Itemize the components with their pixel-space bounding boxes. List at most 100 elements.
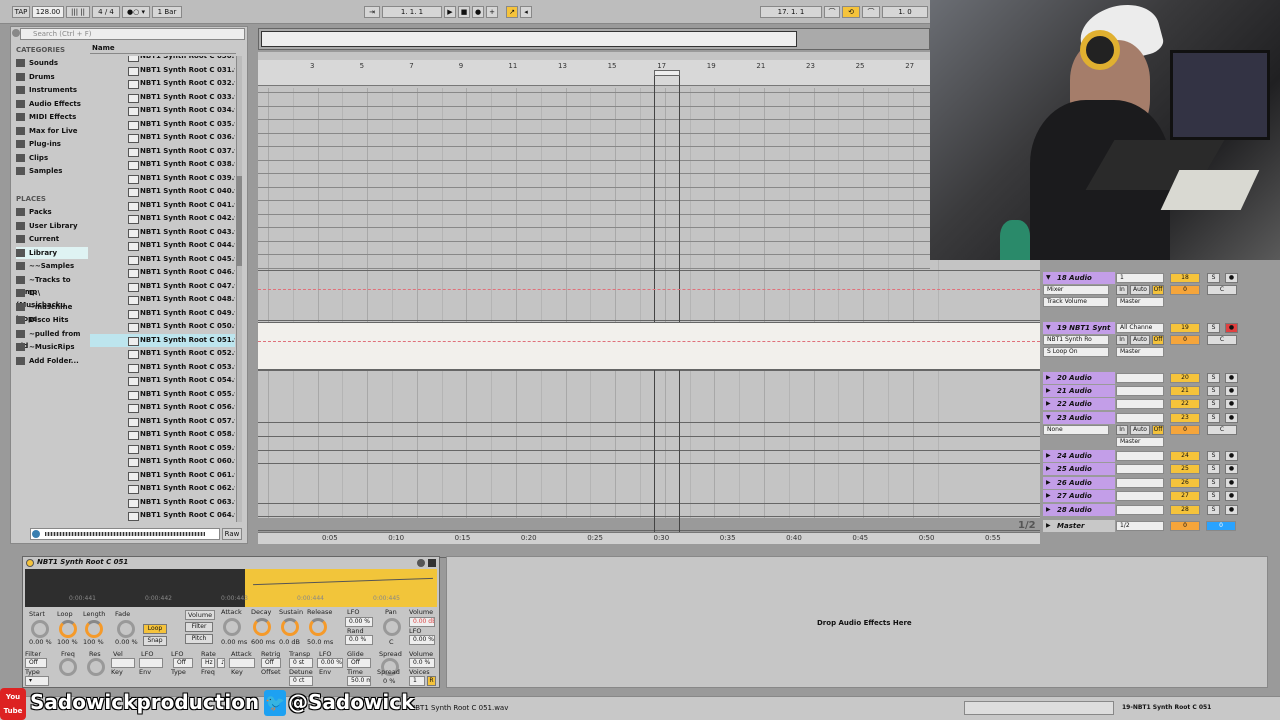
file-item[interactable]: NBT1 Synth Root C 050.wav — [90, 320, 235, 334]
file-item[interactable]: NBT1 Synth Root C 059.wav — [90, 442, 235, 456]
browser-toggle-icon[interactable] — [12, 29, 20, 37]
time-ruler[interactable]: 0:05 0:10 0:15 0:20 0:25 0:30 0:35 0:40 0:45 0:50… — [258, 532, 1040, 544]
input-select[interactable] — [1116, 505, 1164, 515]
category-item[interactable]: Audio Effects — [16, 98, 88, 110]
input-select[interactable] — [1116, 399, 1164, 409]
arm-button[interactable]: ● — [1225, 478, 1238, 488]
master-volume[interactable]: 0 — [1170, 521, 1200, 531]
file-item[interactable]: NBT1 Synth Root C 051.wav — [90, 333, 235, 347]
monitor-in-button[interactable]: In — [1116, 335, 1128, 345]
place-item[interactable]: Disco Hits — [16, 314, 88, 326]
vel-field[interactable] — [111, 658, 135, 668]
track-activator[interactable]: 28 — [1170, 505, 1200, 515]
voices-select[interactable]: 1 — [409, 676, 425, 686]
file-item[interactable]: NBT1 Synth Root C 052.wav — [90, 347, 235, 361]
master-track[interactable]: Master — [1043, 520, 1115, 532]
file-item[interactable]: NBT1 Synth Root C 046.wav — [90, 266, 235, 280]
loop-switch-icon[interactable]: ⟲ — [842, 6, 860, 18]
volume-lfo-field[interactable]: 0.00 % — [409, 635, 435, 645]
arm-button[interactable]: ● — [1225, 491, 1238, 501]
loop-start-field[interactable]: 17. 1. 1 — [760, 6, 822, 18]
detune-field[interactable]: 0 ct — [289, 676, 313, 686]
rand-field[interactable]: 0.0 % — [345, 635, 373, 645]
monitor-auto-button[interactable]: Auto — [1130, 285, 1150, 295]
name-column-label[interactable]: Name — [92, 44, 115, 52]
quantization-select[interactable]: 1 Bar — [152, 6, 182, 18]
preview-icon[interactable] — [32, 530, 40, 538]
place-item[interactable]: ~maschine loops — [16, 301, 88, 323]
solo-button[interactable]: S — [1207, 413, 1220, 423]
arm-button[interactable]: ● — [1225, 386, 1238, 396]
file-item[interactable]: NBT1 Synth Root C 036.wav — [90, 131, 235, 145]
arm-button[interactable]: ● — [1225, 451, 1238, 461]
solo-button[interactable]: S — [1207, 464, 1220, 474]
file-item[interactable]: NBT1 Synth Root C 063.wav — [90, 496, 235, 510]
track-activator[interactable]: 19 — [1170, 323, 1200, 333]
file-item[interactable]: NBT1 Synth Root C 034.wav — [90, 104, 235, 118]
track-title[interactable]: 21 Audio — [1043, 385, 1115, 397]
loop-button[interactable]: Loop — [143, 624, 167, 634]
input-select[interactable] — [1116, 491, 1164, 501]
input-select[interactable] — [1116, 451, 1164, 461]
track-title[interactable]: 25 Audio — [1043, 463, 1115, 475]
res-knob[interactable] — [87, 658, 105, 676]
retrigger-button[interactable]: R — [427, 676, 436, 686]
tempo-field[interactable]: 128.00 — [32, 6, 64, 18]
track-title[interactable]: 19 NBT1 Synt — [1043, 322, 1115, 334]
snap-button[interactable]: Snap — [143, 636, 167, 646]
track-volume[interactable]: 0 — [1170, 425, 1200, 435]
place-item[interactable]: Packs — [16, 206, 88, 218]
arm-button[interactable]: ● — [1225, 505, 1238, 515]
file-item[interactable]: NBT1 Synth Root C 040.wav — [90, 185, 235, 199]
input-select[interactable] — [1116, 413, 1164, 423]
track-title[interactable]: 24 Audio — [1043, 450, 1115, 462]
track-activator[interactable]: 27 — [1170, 491, 1200, 501]
track-title[interactable]: 27 Audio — [1043, 490, 1115, 502]
place-item[interactable]: Library — [16, 246, 88, 259]
track-title[interactable]: 20 Audio — [1043, 372, 1115, 384]
track-activator[interactable]: 20 — [1170, 373, 1200, 383]
file-item[interactable]: NBT1 Synth Root C 039.wav — [90, 172, 235, 186]
punch-in-icon[interactable]: ⌒ — [824, 6, 840, 18]
category-item[interactable]: Samples — [16, 165, 88, 177]
bar-ruler[interactable]: 3 5 7 9 11 13 15 17 19 21 23 25 27 — [258, 60, 930, 86]
input-select[interactable] — [1116, 464, 1164, 474]
track-activator[interactable]: 22 — [1170, 399, 1200, 409]
solo-button[interactable]: S — [1207, 273, 1220, 283]
attack-field[interactable] — [229, 658, 255, 668]
track-activator[interactable]: 18 — [1170, 273, 1200, 283]
master-blue[interactable]: 0 — [1206, 521, 1236, 531]
track-volume[interactable]: 0 — [1170, 335, 1200, 345]
file-item[interactable]: NBT1 Synth Root C 049.wav — [90, 307, 235, 321]
file-item[interactable]: NBT1 Synth Root C 043.wav — [90, 226, 235, 240]
note-icon[interactable]: ♪ — [217, 658, 225, 668]
input-select[interactable] — [1116, 386, 1164, 396]
freq-knob[interactable] — [59, 658, 77, 676]
search-input[interactable]: Search (Ctrl + F) — [20, 28, 245, 40]
filter-toggle[interactable]: Off — [25, 658, 47, 668]
monitor-auto-button[interactable]: Auto — [1130, 425, 1150, 435]
track-activator[interactable]: 21 — [1170, 386, 1200, 396]
device-chooser[interactable]: NBT1 Synth Ro — [1043, 335, 1109, 345]
parameter-chooser[interactable]: Track Volume — [1043, 297, 1109, 307]
loop-knob[interactable] — [59, 620, 77, 638]
file-item[interactable]: NBT1 Synth Root C 048.wav — [90, 293, 235, 307]
file-item[interactable]: NBT1 Synth Root C 060.wav — [90, 455, 235, 469]
device-title[interactable]: NBT1 Synth Root C 051 — [37, 558, 128, 566]
arm-button[interactable]: ● — [1225, 273, 1238, 283]
place-item[interactable]: ~MusicRips — [16, 341, 88, 353]
solo-button[interactable]: S — [1207, 373, 1220, 383]
tap-button[interactable]: TAP — [12, 6, 30, 18]
file-item[interactable]: NBT1 Synth Root C 056.wav — [90, 401, 235, 415]
track-title[interactable]: 28 Audio — [1043, 504, 1115, 516]
output-select[interactable]: Master — [1116, 347, 1164, 357]
overdub-icon[interactable]: + — [486, 6, 498, 18]
solo-button[interactable]: S — [1207, 478, 1220, 488]
browser-scrollbar[interactable] — [236, 56, 242, 522]
file-item[interactable]: NBT1 Synth Root C 038.wav — [90, 158, 235, 172]
filter-type-select[interactable]: ▾ — [25, 676, 49, 686]
release-knob[interactable] — [309, 618, 327, 636]
category-item[interactable]: Plug-ins — [16, 138, 88, 150]
retrig-toggle[interactable]: Off — [261, 658, 281, 668]
file-item[interactable]: NBT1 Synth Root C 045.wav — [90, 253, 235, 267]
